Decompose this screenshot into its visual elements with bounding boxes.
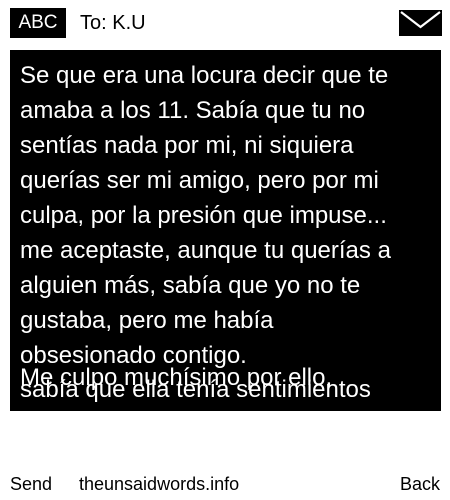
send-button[interactable]: Send <box>10 469 52 499</box>
envelope-icon <box>399 10 442 36</box>
recipient-label: To: K.U <box>80 12 146 34</box>
message-overlap-line-2: sabía que ella tenía sentimientos <box>20 376 371 403</box>
site-watermark: theunsaidwords.info <box>79 474 240 494</box>
message-text: Se que era una locura decir que te amaba… <box>20 62 391 369</box>
back-button[interactable]: Back <box>400 469 440 499</box>
input-mode-badge: ABC <box>10 8 66 38</box>
message-body-area[interactable]: Se que era una locura decir que te amaba… <box>10 50 441 411</box>
